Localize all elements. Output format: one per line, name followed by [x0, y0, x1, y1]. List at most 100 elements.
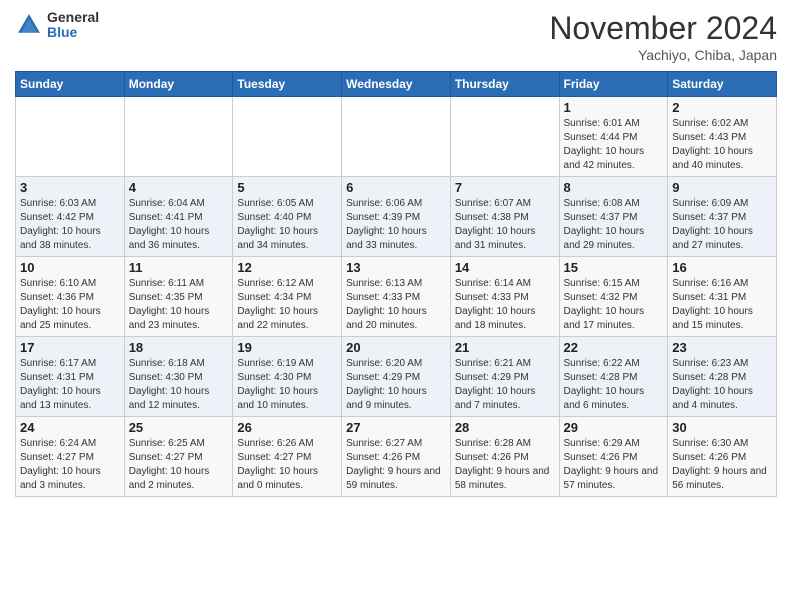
day-info: Sunrise: 6:14 AM Sunset: 4:33 PM Dayligh… — [455, 277, 555, 333]
calendar-page: General Blue November 2024 Yachiyo, Chib… — [0, 0, 792, 612]
day-info: Sunrise: 6:17 AM Sunset: 4:31 PM Dayligh… — [20, 357, 120, 413]
day-cell — [342, 97, 451, 177]
day-info: Sunrise: 6:02 AM Sunset: 4:43 PM Dayligh… — [672, 117, 772, 173]
day-number: 24 — [20, 420, 120, 435]
logo: General Blue — [15, 10, 99, 41]
day-cell: 30Sunrise: 6:30 AM Sunset: 4:26 PM Dayli… — [668, 417, 777, 497]
day-number: 6 — [346, 180, 446, 195]
day-number: 16 — [672, 260, 772, 275]
day-number: 22 — [564, 340, 664, 355]
week-row-2: 3Sunrise: 6:03 AM Sunset: 4:42 PM Daylig… — [16, 177, 777, 257]
day-info: Sunrise: 6:07 AM Sunset: 4:38 PM Dayligh… — [455, 197, 555, 253]
day-number: 13 — [346, 260, 446, 275]
day-number: 12 — [237, 260, 337, 275]
day-number: 26 — [237, 420, 337, 435]
day-number: 10 — [20, 260, 120, 275]
week-row-5: 24 Sunrise: 6:24 AM Sunset: 4:27 PM Dayli… — [16, 417, 777, 497]
day-number: 27 — [346, 420, 446, 435]
day-cell: 27 Sunrise: 6:27 AM Sunset: 4:26 PM Dayli… — [342, 417, 451, 497]
day-info: Sunrise: 6:10 AM Sunset: 4:36 PM Dayligh… — [20, 277, 120, 333]
day-info: Sunrise: 6:18 AM Sunset: 4:30 PM Dayligh… — [129, 357, 229, 413]
day-cell: 4 Sunrise: 6:04 AM Sunset: 4:41 PM Daylig… — [124, 177, 233, 257]
day-number: 21 — [455, 340, 555, 355]
day-info: Sunrise: 6:25 AM Sunset: 4:27 PM Dayligh… — [129, 437, 229, 493]
day-cell: 12 Sunrise: 6:12 AM Sunset: 4:34 PM Dayli… — [233, 257, 342, 337]
day-number: 20 — [346, 340, 446, 355]
header-friday: Friday — [559, 72, 668, 97]
day-info: Sunrise: 6:12 AM Sunset: 4:34 PM Dayligh… — [237, 277, 337, 333]
day-number: 23 — [672, 340, 772, 355]
day-cell: 19Sunrise: 6:19 AM Sunset: 4:30 PM Dayli… — [233, 337, 342, 417]
day-number: 14 — [455, 260, 555, 275]
day-info: Sunrise: 6:01 AM Sunset: 4:44 PM Dayligh… — [564, 117, 664, 173]
day-number: 17 — [20, 340, 120, 355]
logo-general-text: General — [47, 10, 99, 25]
day-info: Sunrise: 6:13 AM Sunset: 4:33 PM Dayligh… — [346, 277, 446, 333]
month-title: November 2024 — [549, 10, 777, 47]
logo-icon — [15, 11, 43, 39]
day-info: Sunrise: 6:27 AM Sunset: 4:26 PM Dayligh… — [346, 437, 446, 493]
location-subtitle: Yachiyo, Chiba, Japan — [549, 47, 777, 63]
day-cell: 16Sunrise: 6:16 AM Sunset: 4:31 PM Dayli… — [668, 257, 777, 337]
day-cell: 14 Sunrise: 6:14 AM Sunset: 4:33 PM Dayli… — [450, 257, 559, 337]
header-saturday: Saturday — [668, 72, 777, 97]
day-info: Sunrise: 6:11 AM Sunset: 4:35 PM Dayligh… — [129, 277, 229, 333]
day-cell: 3Sunrise: 6:03 AM Sunset: 4:42 PM Daylig… — [16, 177, 125, 257]
day-cell: 24 Sunrise: 6:24 AM Sunset: 4:27 PM Dayli… — [16, 417, 125, 497]
day-info: Sunrise: 6:08 AM Sunset: 4:37 PM Dayligh… — [564, 197, 664, 253]
weekday-header-row: Sunday Monday Tuesday Wednesday Thursday… — [16, 72, 777, 97]
header-sunday: Sunday — [16, 72, 125, 97]
day-number: 4 — [129, 180, 229, 195]
day-info: Sunrise: 6:09 AM Sunset: 4:37 PM Dayligh… — [672, 197, 772, 253]
header-monday: Monday — [124, 72, 233, 97]
day-info: Sunrise: 6:20 AM Sunset: 4:29 PM Dayligh… — [346, 357, 446, 413]
header-tuesday: Tuesday — [233, 72, 342, 97]
week-row-1: 1Sunrise: 6:01 AM Sunset: 4:44 PM Daylig… — [16, 97, 777, 177]
day-cell: 5Sunrise: 6:05 AM Sunset: 4:40 PM Daylig… — [233, 177, 342, 257]
day-cell: 29Sunrise: 6:29 AM Sunset: 4:26 PM Dayli… — [559, 417, 668, 497]
day-info: Sunrise: 6:03 AM Sunset: 4:42 PM Dayligh… — [20, 197, 120, 253]
day-info: Sunrise: 6:21 AM Sunset: 4:29 PM Dayligh… — [455, 357, 555, 413]
logo-text: General Blue — [47, 10, 99, 41]
day-cell: 1Sunrise: 6:01 AM Sunset: 4:44 PM Daylig… — [559, 97, 668, 177]
day-cell: 20 Sunrise: 6:20 AM Sunset: 4:29 PM Dayli… — [342, 337, 451, 417]
day-info: Sunrise: 6:19 AM Sunset: 4:30 PM Dayligh… — [237, 357, 337, 413]
day-cell: 7 Sunrise: 6:07 AM Sunset: 4:38 PM Daylig… — [450, 177, 559, 257]
day-cell: 6 Sunrise: 6:06 AM Sunset: 4:39 PM Daylig… — [342, 177, 451, 257]
day-number: 7 — [455, 180, 555, 195]
day-info: Sunrise: 6:26 AM Sunset: 4:27 PM Dayligh… — [237, 437, 337, 493]
day-info: Sunrise: 6:24 AM Sunset: 4:27 PM Dayligh… — [20, 437, 120, 493]
day-cell — [16, 97, 125, 177]
day-cell: 17 Sunrise: 6:17 AM Sunset: 4:31 PM Dayli… — [16, 337, 125, 417]
day-cell: 11Sunrise: 6:11 AM Sunset: 4:35 PM Dayli… — [124, 257, 233, 337]
day-cell: 18 Sunrise: 6:18 AM Sunset: 4:30 PM Dayli… — [124, 337, 233, 417]
day-number: 28 — [455, 420, 555, 435]
day-info: Sunrise: 6:06 AM Sunset: 4:39 PM Dayligh… — [346, 197, 446, 253]
day-number: 30 — [672, 420, 772, 435]
day-number: 18 — [129, 340, 229, 355]
day-cell: 22 Sunrise: 6:22 AM Sunset: 4:28 PM Dayli… — [559, 337, 668, 417]
day-cell: 8 Sunrise: 6:08 AM Sunset: 4:37 PM Daylig… — [559, 177, 668, 257]
day-info: Sunrise: 6:23 AM Sunset: 4:28 PM Dayligh… — [672, 357, 772, 413]
header: General Blue November 2024 Yachiyo, Chib… — [15, 10, 777, 63]
day-cell — [450, 97, 559, 177]
day-number: 5 — [237, 180, 337, 195]
calendar-table: Sunday Monday Tuesday Wednesday Thursday… — [15, 71, 777, 497]
logo-blue-text: Blue — [47, 25, 99, 40]
day-info: Sunrise: 6:22 AM Sunset: 4:28 PM Dayligh… — [564, 357, 664, 413]
day-cell: 2 Sunrise: 6:02 AM Sunset: 4:43 PM Daylig… — [668, 97, 777, 177]
day-number: 15 — [564, 260, 664, 275]
day-number: 9 — [672, 180, 772, 195]
day-info: Sunrise: 6:04 AM Sunset: 4:41 PM Dayligh… — [129, 197, 229, 253]
day-cell: 13 Sunrise: 6:13 AM Sunset: 4:33 PM Dayli… — [342, 257, 451, 337]
day-cell: 21 Sunrise: 6:21 AM Sunset: 4:29 PM Dayli… — [450, 337, 559, 417]
day-number: 2 — [672, 100, 772, 115]
title-block: November 2024 Yachiyo, Chiba, Japan — [549, 10, 777, 63]
day-number: 8 — [564, 180, 664, 195]
day-number: 25 — [129, 420, 229, 435]
day-cell — [124, 97, 233, 177]
day-cell: 9 Sunrise: 6:09 AM Sunset: 4:37 PM Daylig… — [668, 177, 777, 257]
week-row-4: 17 Sunrise: 6:17 AM Sunset: 4:31 PM Dayli… — [16, 337, 777, 417]
week-row-3: 10 Sunrise: 6:10 AM Sunset: 4:36 PM Dayli… — [16, 257, 777, 337]
day-cell: 28Sunrise: 6:28 AM Sunset: 4:26 PM Dayli… — [450, 417, 559, 497]
